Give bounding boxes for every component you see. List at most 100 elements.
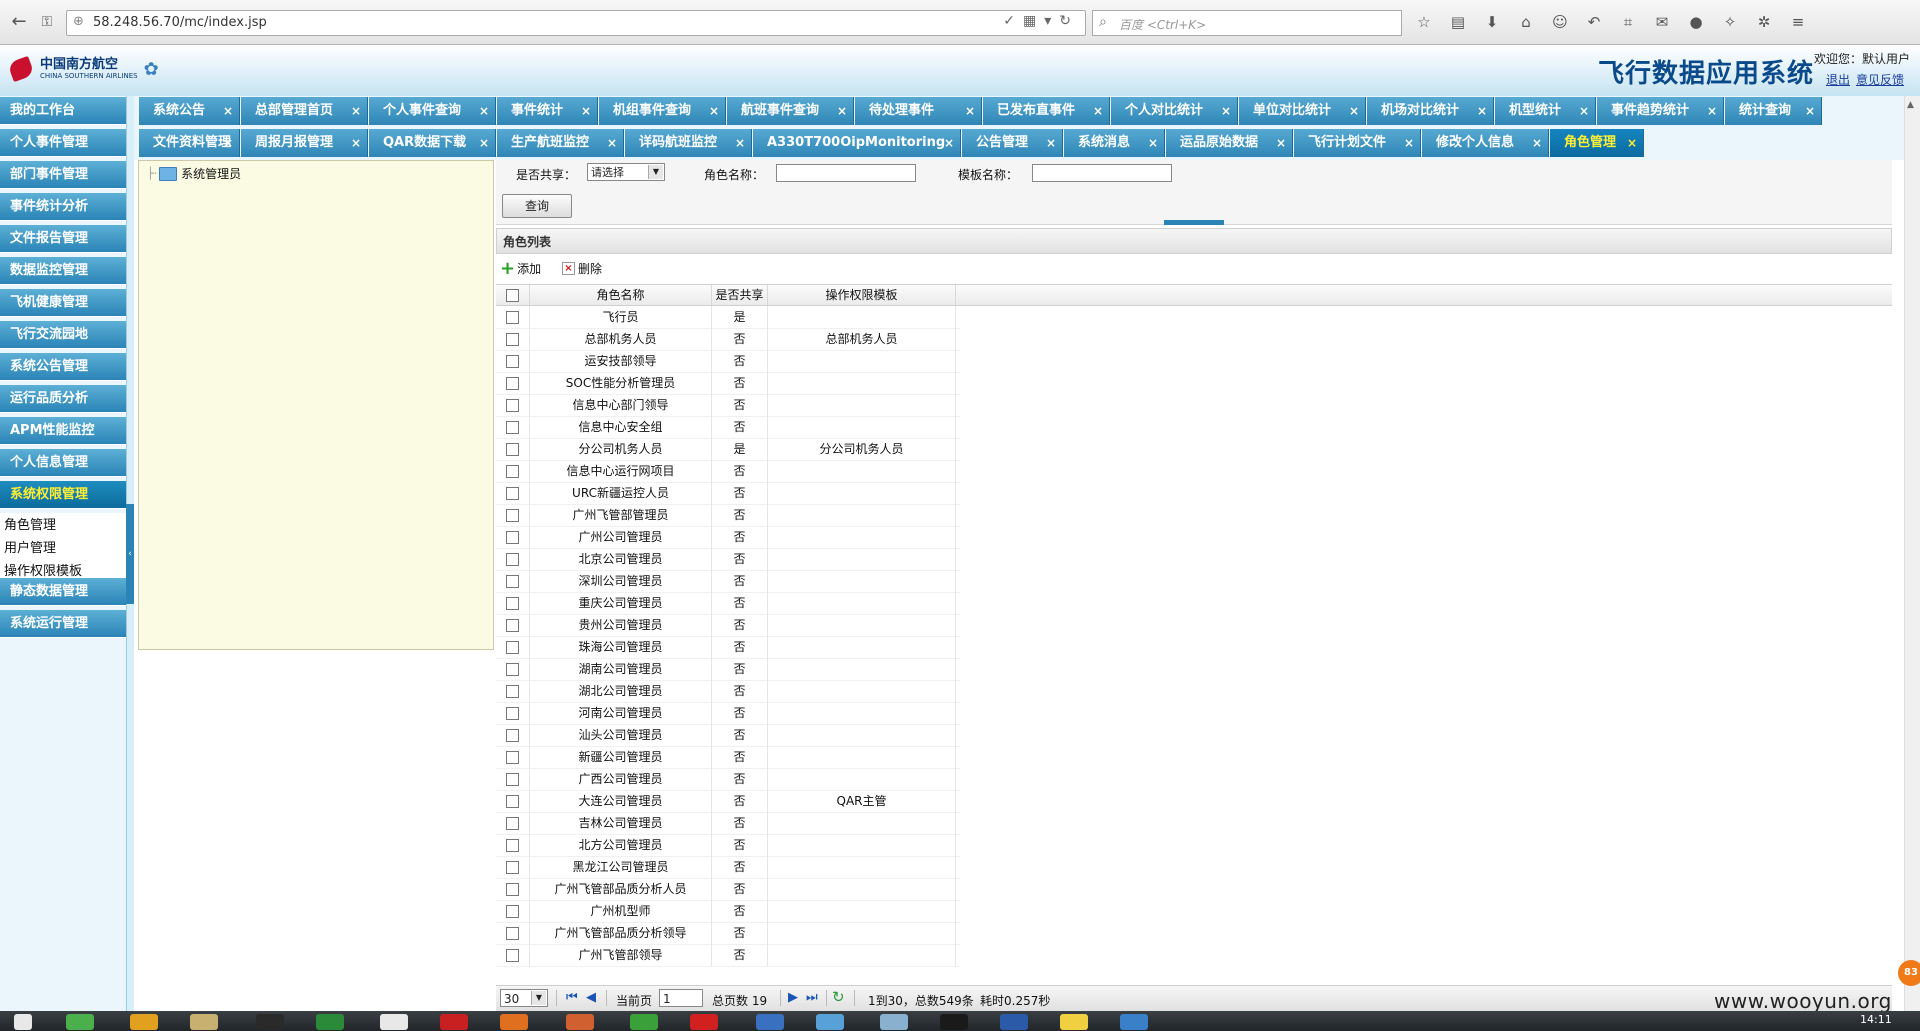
taskbar-app-icon[interactable]: [1060, 1014, 1088, 1030]
tab-close-icon[interactable]: ×: [1221, 97, 1231, 125]
row-checkbox[interactable]: [506, 817, 519, 830]
row-checkbox[interactable]: [506, 443, 519, 456]
last-page-icon[interactable]: ⏭: [806, 990, 818, 1005]
tab[interactable]: 个人事件查询 ×: [369, 97, 496, 125]
tab-close-icon[interactable]: ×: [735, 129, 745, 157]
row-checkbox[interactable]: [506, 311, 519, 324]
tab[interactable]: 系统公告 ×: [139, 97, 240, 125]
refresh-icon[interactable]: ↻: [832, 988, 845, 1006]
sidebar-item[interactable]: 我的工作台: [0, 97, 126, 125]
tab-close-icon[interactable]: ×: [1627, 129, 1637, 157]
search-input[interactable]: ⌕ 百度 <Ctrl+K>: [1092, 10, 1402, 36]
address-bar[interactable]: ⊕ 58.248.56.70/mc/index.jsp ✓▦▾↻: [66, 10, 1086, 36]
taskbar-app-icon[interactable]: [190, 1014, 218, 1030]
sidebar-item[interactable]: 系统权限管理: [0, 481, 126, 509]
chat-icon[interactable]: ☺: [1548, 12, 1572, 32]
table-row[interactable]: 广州飞管部品质分析人员否: [496, 878, 960, 901]
tab-close-icon[interactable]: ×: [223, 129, 233, 157]
page-size-select[interactable]: 30 ▼: [500, 989, 548, 1007]
table-row[interactable]: 北方公司管理员否: [496, 834, 960, 857]
tab-close-icon[interactable]: ×: [709, 97, 719, 125]
row-checkbox[interactable]: [506, 663, 519, 676]
taskbar-app-icon[interactable]: [566, 1014, 594, 1030]
row-checkbox[interactable]: [506, 399, 519, 412]
table-row[interactable]: SOC性能分析管理员否: [496, 372, 960, 395]
row-checkbox[interactable]: [506, 575, 519, 588]
sidebar-item[interactable]: 事件统计分析: [0, 193, 126, 221]
tab[interactable]: 已发布直事件 ×: [983, 97, 1110, 125]
row-checkbox[interactable]: [506, 641, 519, 654]
row-checkbox[interactable]: [506, 795, 519, 808]
taskbar-app-icon[interactable]: [256, 1014, 284, 1030]
table-row[interactable]: 广西公司管理员否: [496, 768, 960, 791]
template-name-input[interactable]: [1032, 164, 1172, 182]
taskbar-app-icon[interactable]: [500, 1014, 528, 1030]
table-row[interactable]: 重庆公司管理员否: [496, 592, 960, 615]
table-row[interactable]: 广州飞管部品质分析领导否: [496, 922, 960, 945]
tab[interactable]: 公告管理 ×: [962, 129, 1063, 157]
tab-close-icon[interactable]: ×: [1148, 129, 1158, 157]
panel-split-handle[interactable]: [1164, 220, 1224, 225]
row-checkbox[interactable]: [506, 949, 519, 962]
table-row[interactable]: 吉林公司管理员否: [496, 812, 960, 835]
tab-close-icon[interactable]: ×: [479, 129, 489, 157]
row-checkbox[interactable]: [506, 927, 519, 940]
logout-link[interactable]: 退出: [1826, 71, 1850, 88]
table-row[interactable]: URC新疆运控人员否: [496, 482, 960, 505]
role-name-input[interactable]: [776, 164, 916, 182]
table-row[interactable]: 广州飞管部管理员否: [496, 504, 960, 527]
table-row[interactable]: 黑龙江公司管理员否: [496, 856, 960, 879]
row-checkbox[interactable]: [506, 553, 519, 566]
key-icon[interactable]: ⚿: [34, 9, 60, 35]
windows-start-icon[interactable]: [14, 1014, 32, 1030]
tab-close-icon[interactable]: ×: [1093, 97, 1103, 125]
tab[interactable]: 机组事件查询 ×: [599, 97, 726, 125]
tab-close-icon[interactable]: ×: [1349, 97, 1359, 125]
sidebar-collapse-handle[interactable]: ‹: [126, 504, 134, 604]
taskbar-app-icon[interactable]: [940, 1014, 968, 1030]
table-row[interactable]: 珠海公司管理员否: [496, 636, 960, 659]
table-row[interactable]: 信息中心运行网项目否: [496, 460, 960, 483]
sidebar-item[interactable]: 个人信息管理: [0, 449, 126, 477]
tab[interactable]: 航班事件查询 ×: [727, 97, 854, 125]
row-checkbox[interactable]: [506, 531, 519, 544]
current-page-input[interactable]: 1: [659, 989, 703, 1007]
sidebar-subitem[interactable]: 用户管理: [4, 538, 56, 560]
taskbar-app-icon[interactable]: [1120, 1014, 1148, 1030]
row-checkbox[interactable]: [506, 619, 519, 632]
magic-icon[interactable]: ✧: [1718, 12, 1742, 32]
tab-close-icon[interactable]: ×: [1046, 129, 1056, 157]
tab[interactable]: 生产航班监控 ×: [497, 129, 624, 157]
row-checkbox[interactable]: [506, 861, 519, 874]
table-row[interactable]: 总部机务人员否总部机务人员: [496, 328, 960, 351]
row-checkbox[interactable]: [506, 509, 519, 522]
sidebar-item[interactable]: APM性能监控: [0, 417, 126, 445]
table-row[interactable]: 湖北公司管理员否: [496, 680, 960, 703]
tab[interactable]: 事件统计 ×: [497, 97, 598, 125]
taskbar-app-icon[interactable]: [130, 1014, 158, 1030]
table-row[interactable]: 湖南公司管理员否: [496, 658, 960, 681]
tab-close-icon[interactable]: ×: [1477, 97, 1487, 125]
taskbar-app-icon[interactable]: [1000, 1014, 1028, 1030]
tab-close-icon[interactable]: ×: [944, 129, 954, 157]
tab-close-icon[interactable]: ×: [1805, 97, 1815, 125]
taskbar-app-icon[interactable]: [690, 1014, 718, 1030]
row-checkbox[interactable]: [506, 487, 519, 500]
tab-close-icon[interactable]: ×: [607, 129, 617, 157]
sidebar-item[interactable]: 运行品质分析: [0, 385, 126, 413]
table-row[interactable]: 广州机型师否: [496, 900, 960, 923]
sidebar-subitem[interactable]: 角色管理: [4, 515, 56, 537]
row-checkbox[interactable]: [506, 729, 519, 742]
tab[interactable]: 文件资料管理 ×: [139, 129, 240, 157]
tab[interactable]: 详码航班监控 ×: [625, 129, 752, 157]
table-row[interactable]: 分公司机务人员是分公司机务人员: [496, 438, 960, 461]
tab[interactable]: 机型统计 ×: [1495, 97, 1596, 125]
tab[interactable]: 运品原始数据 ×: [1166, 129, 1293, 157]
table-row[interactable]: 河南公司管理员否: [496, 702, 960, 725]
address-actions[interactable]: ✓▦▾↻: [1003, 13, 1079, 29]
taskbar-app-icon[interactable]: [630, 1014, 658, 1030]
tab[interactable]: QAR数据下载 ×: [369, 129, 496, 157]
undo-icon[interactable]: ↶: [1582, 12, 1606, 32]
tab[interactable]: 待处理事件 ×: [855, 97, 982, 125]
row-checkbox[interactable]: [506, 465, 519, 478]
